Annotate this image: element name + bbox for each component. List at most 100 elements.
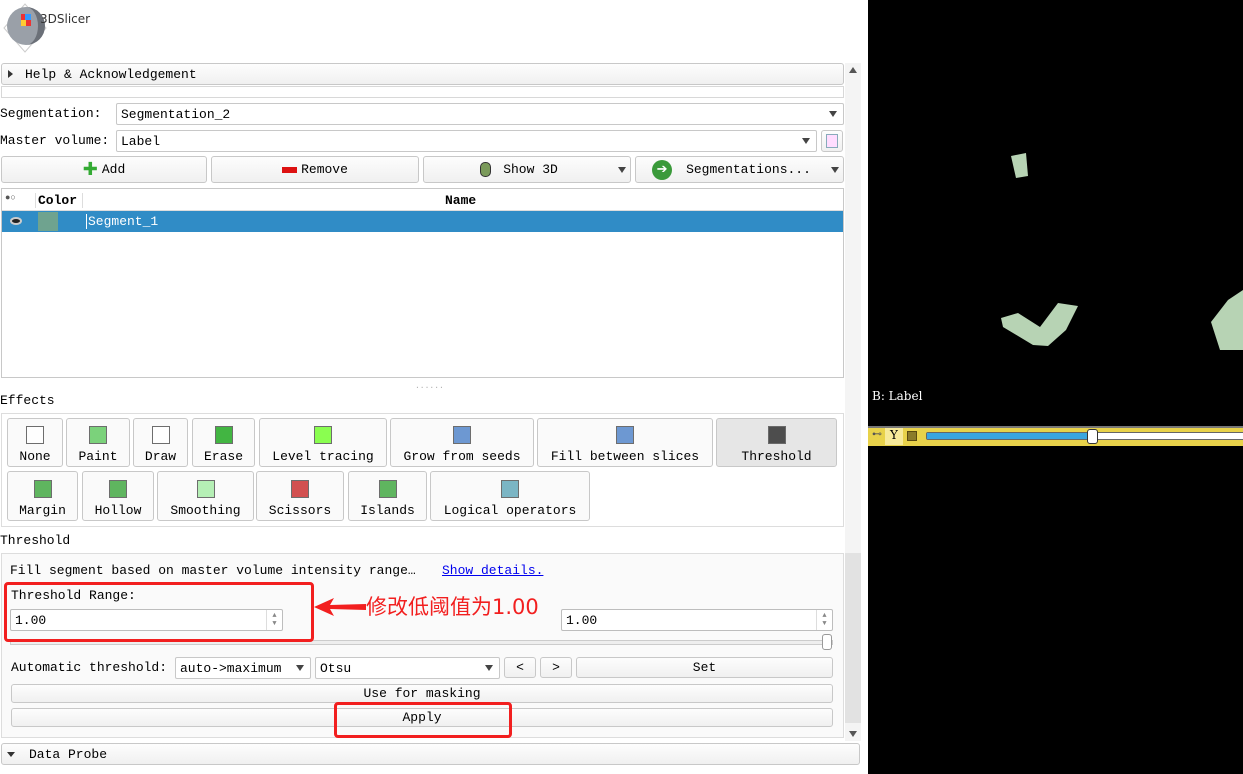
- annotation-arrow-icon: [314, 598, 366, 616]
- expand-arrow-icon: [8, 70, 13, 78]
- show-3d-label: Show 3D: [503, 162, 558, 177]
- pin-icon[interactable]: ⊷: [872, 429, 882, 441]
- divider: [1, 86, 844, 98]
- auto-threshold-mode-select[interactable]: auto->maximum: [175, 657, 311, 679]
- master-volume-select[interactable]: Label: [116, 130, 817, 152]
- effect-label: Smoothing: [170, 503, 241, 518]
- threshold-icon: [767, 426, 786, 444]
- previous-button[interactable]: <: [504, 657, 536, 678]
- data-probe-section[interactable]: Data Probe: [1, 743, 860, 765]
- segmentation-select[interactable]: Segmentation_2: [116, 103, 844, 125]
- effect-hollow-button[interactable]: Hollow: [82, 471, 154, 521]
- plus-icon: ✚: [82, 159, 98, 180]
- effect-label: Margin: [19, 503, 66, 518]
- effect-label: Erase: [203, 449, 243, 464]
- chevron-down-icon: [296, 665, 304, 671]
- chevron-down-icon[interactable]: [618, 166, 626, 173]
- auto-threshold-label: Automatic threshold:: [11, 660, 168, 675]
- add-label: Add: [101, 162, 126, 177]
- grow-seeds-icon: [453, 426, 471, 444]
- slice-offset-slider[interactable]: [926, 432, 1243, 440]
- prev-label: <: [516, 660, 524, 675]
- segmentations-button[interactable]: ➔ Segmentations...: [635, 156, 844, 183]
- logical-operators-icon: [501, 480, 519, 498]
- use-for-masking-button[interactable]: Use for masking: [11, 684, 833, 703]
- effect-label: Islands: [360, 503, 415, 518]
- effect-label: Paint: [78, 449, 118, 464]
- scroll-thumb[interactable]: [845, 553, 861, 723]
- auto-method-value: Otsu: [320, 660, 352, 676]
- table-header: ●○ Color Name: [2, 189, 843, 211]
- effect-erase-button[interactable]: Erase: [192, 418, 255, 467]
- segmentation-label: Segmentation:: [0, 106, 102, 121]
- splitter-handle[interactable]: ......: [415, 382, 444, 391]
- eraser-icon: [214, 426, 233, 444]
- effect-scissors-button[interactable]: Scissors: [256, 471, 344, 521]
- master-volume-options-button[interactable]: [821, 130, 843, 152]
- threshold-high-spinbox[interactable]: 1.00 ▲ ▼: [561, 609, 833, 631]
- effect-draw-button[interactable]: Draw: [133, 418, 188, 467]
- scissors-icon: [291, 480, 309, 498]
- annotation-text: 修改低阈值为1.00: [366, 595, 539, 619]
- spin-arrows-icon[interactable]: ▲ ▼: [816, 610, 832, 630]
- threshold-description: Fill segment based on master volume inte…: [10, 563, 416, 578]
- effect-none-button[interactable]: None: [7, 418, 63, 467]
- collapse-arrow-icon: [7, 751, 15, 757]
- segment-name[interactable]: Segment_1: [86, 214, 158, 229]
- name-header[interactable]: Name: [445, 193, 476, 208]
- islands-icon: [378, 480, 397, 498]
- effect-paint-button[interactable]: Paint: [66, 418, 130, 467]
- arrow-right-circle-icon: ➔: [652, 159, 673, 180]
- effect-level-tracing-button[interactable]: Level tracing: [259, 418, 387, 467]
- effect-label: Threshold: [741, 449, 812, 464]
- next-button[interactable]: >: [540, 657, 572, 678]
- effect-islands-button[interactable]: Islands: [348, 471, 427, 521]
- slider-fill: [927, 433, 1093, 439]
- slice-orientation-y-button[interactable]: Y: [885, 428, 903, 445]
- slice-view[interactable]: B: Label ⊷ Y: [868, 0, 1243, 774]
- smoothing-icon: [196, 480, 215, 498]
- master-volume-value: Label: [121, 133, 161, 149]
- effect-logical-operators-button[interactable]: Logical operators: [430, 471, 590, 521]
- chevron-down-icon: [802, 138, 810, 144]
- segments-table[interactable]: ●○ Color Name Segment_1: [1, 188, 844, 378]
- scroll-up-icon[interactable]: [849, 67, 857, 73]
- effect-threshold-button[interactable]: Threshold: [716, 418, 837, 467]
- effect-smoothing-button[interactable]: Smoothing: [157, 471, 254, 521]
- help-acknowledgement-section[interactable]: Help & Acknowledgement: [1, 63, 844, 85]
- segment-color-swatch[interactable]: [38, 212, 58, 231]
- eye-icon[interactable]: [10, 217, 22, 225]
- panel-scrollbar[interactable]: [845, 63, 861, 741]
- effect-margin-button[interactable]: Margin: [7, 471, 78, 521]
- chevron-down-icon: [829, 111, 837, 117]
- scroll-down-icon[interactable]: [849, 731, 857, 737]
- annotation-highlight-apply: [334, 702, 512, 738]
- chevron-down-icon[interactable]: [831, 166, 839, 173]
- visibility-header-icon[interactable]: ●○: [5, 193, 16, 203]
- fill-slices-icon: [616, 426, 634, 444]
- auto-threshold-method-select[interactable]: Otsu: [315, 657, 500, 679]
- table-row[interactable]: Segment_1: [2, 211, 843, 232]
- level-tracing-icon: [314, 426, 332, 444]
- help-label: Help & Acknowledgement: [25, 66, 197, 82]
- effect-label: Draw: [144, 449, 177, 464]
- color-header[interactable]: Color: [35, 193, 83, 208]
- add-segment-button[interactable]: ✚ Add: [1, 156, 207, 183]
- segmentations-label: Segmentations...: [686, 162, 811, 177]
- arrow-cursor-icon: [26, 426, 44, 444]
- effect-label: Fill between slices: [550, 449, 700, 464]
- slider-thumb[interactable]: [1087, 429, 1099, 444]
- effect-label: Grow from seeds: [403, 449, 521, 464]
- effect-grow-from-seeds-button[interactable]: Grow from seeds: [390, 418, 534, 467]
- remove-segment-button[interactable]: Remove: [211, 156, 419, 183]
- effect-fill-between-slices-button[interactable]: Fill between slices: [537, 418, 713, 467]
- logo-text: 3DSlicer: [40, 12, 91, 26]
- range-slider-handle[interactable]: [822, 634, 832, 650]
- auto-mode-value: auto->maximum: [180, 660, 282, 676]
- layers-icon[interactable]: [907, 431, 917, 441]
- show-3d-button[interactable]: Show 3D: [423, 156, 631, 183]
- show-details-link[interactable]: Show details.: [442, 563, 543, 578]
- set-button[interactable]: Set: [576, 657, 833, 678]
- segmentation-value: Segmentation_2: [121, 106, 231, 122]
- effect-label: None: [19, 449, 51, 464]
